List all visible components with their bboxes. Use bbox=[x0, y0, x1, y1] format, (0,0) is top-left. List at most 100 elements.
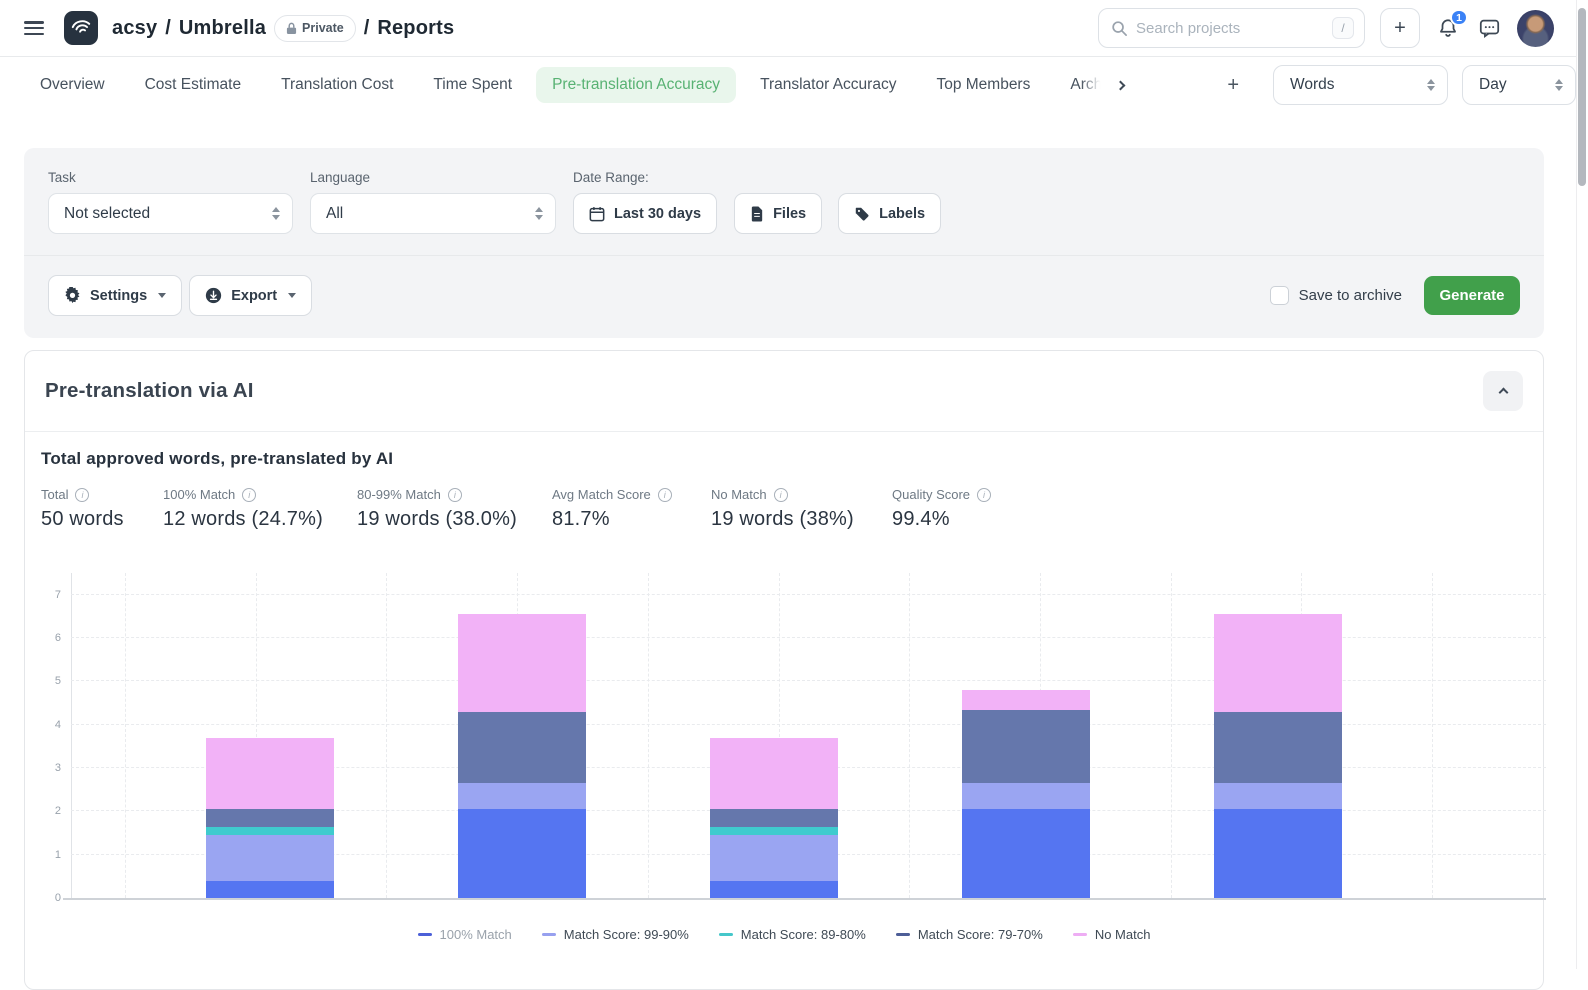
tab-top-members[interactable]: Top Members bbox=[920, 67, 1046, 103]
bar-segment[interactable] bbox=[962, 783, 1090, 809]
add-report-tab-button[interactable]: + bbox=[1217, 74, 1249, 97]
privacy-badge-label: Private bbox=[302, 21, 344, 35]
period-select[interactable]: Day bbox=[1462, 65, 1576, 105]
stat-value: 50 words bbox=[41, 508, 163, 531]
bar-segment[interactable] bbox=[206, 881, 334, 898]
stat-label: 100% Match bbox=[163, 487, 235, 502]
info-icon[interactable] bbox=[658, 488, 672, 502]
tabs-overflow-chevron[interactable] bbox=[1106, 71, 1134, 99]
tag-icon bbox=[854, 206, 870, 222]
tab-translation-cost[interactable]: Translation Cost bbox=[265, 67, 409, 103]
legend-item[interactable]: 100% Match bbox=[418, 927, 512, 942]
info-icon[interactable] bbox=[774, 488, 788, 502]
tab-pre-translation-accuracy[interactable]: Pre-translation Accuracy bbox=[536, 67, 736, 103]
tab-archive-truncated[interactable]: Arch bbox=[1054, 67, 1104, 103]
bar-segment[interactable] bbox=[458, 712, 586, 784]
period-select-value: Day bbox=[1479, 76, 1545, 94]
stat-no-match: No Match 19 words (38%) bbox=[711, 487, 892, 531]
files-filter-button[interactable]: Files bbox=[734, 193, 822, 234]
language-filter-label: Language bbox=[310, 170, 573, 185]
select-arrows-icon bbox=[272, 207, 280, 220]
bar-segment[interactable] bbox=[710, 809, 838, 826]
language-select[interactable]: All bbox=[310, 193, 556, 234]
labels-button-label: Labels bbox=[879, 206, 925, 222]
bar-segment[interactable] bbox=[206, 827, 334, 836]
breadcrumb-project[interactable]: Umbrella bbox=[179, 17, 266, 40]
save-to-archive-checkbox[interactable] bbox=[1270, 286, 1289, 305]
generate-button[interactable]: Generate bbox=[1424, 276, 1520, 315]
tab-translator-accuracy[interactable]: Translator Accuracy bbox=[744, 67, 912, 103]
search-projects-box[interactable]: / bbox=[1098, 8, 1365, 48]
info-icon[interactable] bbox=[977, 488, 991, 502]
stat-value: 12 words (24.7%) bbox=[163, 508, 357, 531]
legend-item[interactable]: Match Score: 79-70% bbox=[896, 927, 1043, 942]
tab-cost-estimate[interactable]: Cost Estimate bbox=[129, 67, 257, 103]
x-gridline bbox=[386, 573, 387, 898]
app-logo-icon[interactable] bbox=[64, 11, 98, 45]
bar-segment[interactable] bbox=[962, 710, 1090, 784]
user-avatar[interactable] bbox=[1517, 10, 1554, 47]
bar-segment[interactable] bbox=[1214, 614, 1342, 712]
bar-segment[interactable] bbox=[458, 783, 586, 809]
chevron-right-icon bbox=[1115, 80, 1125, 90]
card-title: Pre-translation via AI bbox=[45, 379, 254, 403]
y-tick-label: 6 bbox=[55, 632, 61, 644]
bar-segment[interactable] bbox=[206, 738, 334, 810]
tab-time-spent[interactable]: Time Spent bbox=[417, 67, 528, 103]
bar-segment[interactable] bbox=[1214, 809, 1342, 898]
bar-segment[interactable] bbox=[710, 827, 838, 836]
x-gridline bbox=[125, 573, 126, 898]
scrollbar-track[interactable] bbox=[1576, 0, 1588, 969]
legend-item[interactable]: Match Score: 99-90% bbox=[542, 927, 689, 942]
bar-segment[interactable] bbox=[1214, 783, 1342, 809]
legend-label: 100% Match bbox=[440, 927, 512, 942]
stat-label: Total bbox=[41, 487, 68, 502]
info-icon[interactable] bbox=[75, 488, 89, 502]
task-filter-group: Task Not selected bbox=[48, 170, 310, 234]
bar-segment[interactable] bbox=[206, 835, 334, 881]
bar-segment[interactable] bbox=[458, 809, 586, 898]
stat-value: 19 words (38.0%) bbox=[357, 508, 552, 531]
settings-dropdown-button[interactable]: Settings bbox=[48, 275, 182, 316]
bar-segment[interactable] bbox=[962, 690, 1090, 710]
bar-segment[interactable] bbox=[710, 835, 838, 881]
messages-button[interactable] bbox=[1476, 15, 1502, 41]
bar-segment[interactable] bbox=[1214, 712, 1342, 784]
export-button-label: Export bbox=[231, 288, 277, 304]
info-icon[interactable] bbox=[448, 488, 462, 502]
y-gridline bbox=[71, 594, 1546, 595]
breadcrumb-org[interactable]: acsy bbox=[112, 17, 157, 40]
stat-label: No Match bbox=[711, 487, 767, 502]
create-project-button[interactable]: + bbox=[1380, 8, 1420, 48]
stat-label: Avg Match Score bbox=[552, 487, 651, 502]
info-icon[interactable] bbox=[242, 488, 256, 502]
search-input[interactable] bbox=[1136, 20, 1324, 37]
menu-icon[interactable] bbox=[24, 21, 44, 35]
unit-select[interactable]: Words bbox=[1273, 65, 1448, 105]
legend-item[interactable]: Match Score: 89-80% bbox=[719, 927, 866, 942]
tab-overview[interactable]: Overview bbox=[24, 67, 121, 103]
legend-label: Match Score: 79-70% bbox=[918, 927, 1043, 942]
export-dropdown-button[interactable]: Export bbox=[189, 275, 312, 316]
collapse-card-button[interactable] bbox=[1483, 371, 1523, 411]
legend-label: Match Score: 99-90% bbox=[564, 927, 689, 942]
date-range-value: Last 30 days bbox=[614, 206, 701, 222]
labels-filter-button[interactable]: Labels bbox=[838, 193, 941, 234]
bar-segment[interactable] bbox=[962, 809, 1090, 898]
y-tick-label: 1 bbox=[55, 849, 61, 861]
report-tabs: Overview Cost Estimate Translation Cost … bbox=[0, 57, 1588, 113]
bar-segment[interactable] bbox=[458, 614, 586, 712]
scrollbar-thumb[interactable] bbox=[1578, 8, 1586, 186]
legend-item[interactable]: No Match bbox=[1073, 927, 1151, 942]
chat-icon bbox=[1478, 17, 1501, 39]
date-range-button[interactable]: Last 30 days bbox=[573, 193, 717, 234]
search-icon bbox=[1111, 20, 1128, 37]
bar-segment[interactable] bbox=[710, 738, 838, 810]
select-arrows-icon bbox=[535, 207, 543, 220]
bar-segment[interactable] bbox=[206, 809, 334, 826]
notifications-button[interactable]: 1 bbox=[1435, 15, 1461, 41]
bar-segment[interactable] bbox=[710, 881, 838, 898]
task-select[interactable]: Not selected bbox=[48, 193, 293, 234]
caret-down-icon bbox=[288, 293, 296, 298]
card-header: Pre-translation via AI bbox=[25, 351, 1543, 432]
